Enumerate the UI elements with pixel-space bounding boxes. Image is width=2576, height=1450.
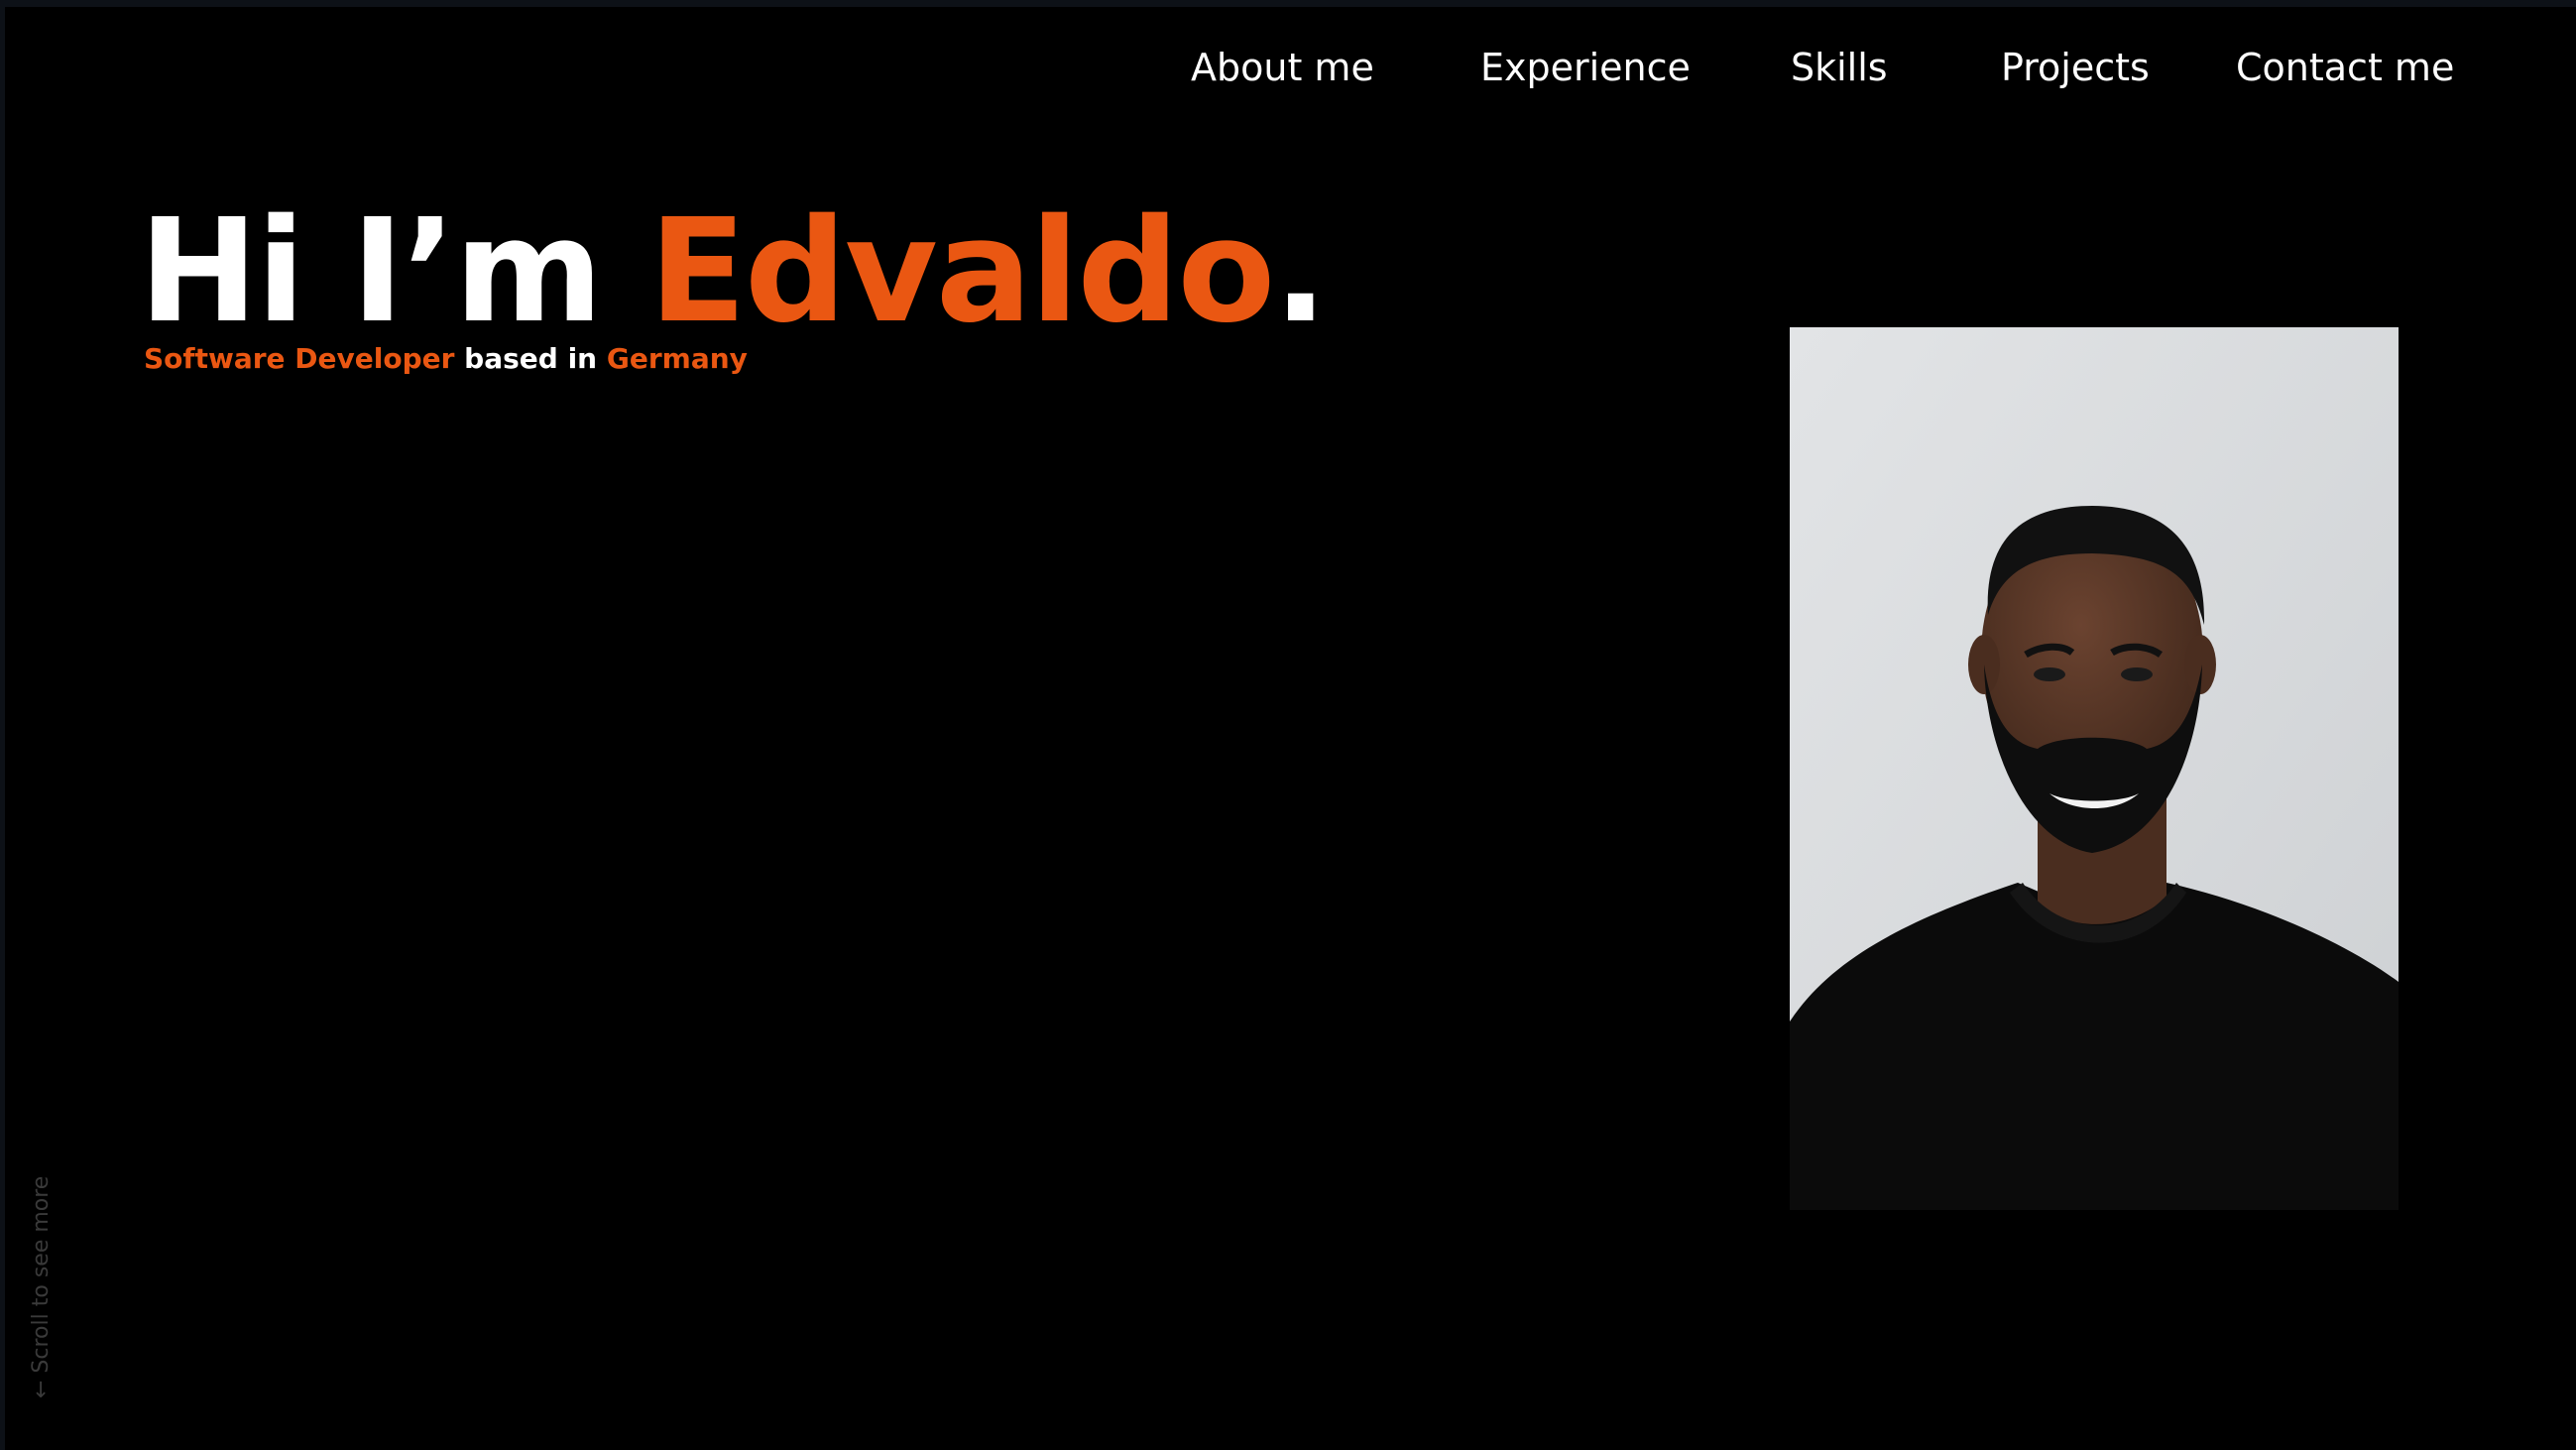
nav-link-experience[interactable]: Experience <box>1480 38 1691 97</box>
nav-link-contact-me[interactable]: Contact me <box>2236 38 2454 97</box>
scroll-hint[interactable]: ← Scroll to see more <box>22 1176 61 1398</box>
scroll-hint-label: Scroll to see more <box>29 1175 54 1374</box>
hero-role: Software Developer <box>144 342 455 375</box>
hero-heading: Hi I’m Edvaldo. <box>139 181 1328 360</box>
hero-location: Germany <box>606 342 748 375</box>
hero-based-in: based in <box>454 342 607 375</box>
hero-dot: . <box>1273 187 1328 354</box>
nav-link-about-me[interactable]: About me <box>1191 38 1374 97</box>
nav-link-skills[interactable]: Skills <box>1791 38 1888 97</box>
hero-greeting: Hi I’m <box>139 187 649 354</box>
window-left-border <box>0 0 5 1450</box>
profile-photo <box>1790 327 2399 1210</box>
nav-link-projects[interactable]: Projects <box>2001 38 2150 97</box>
hero-subtitle: Software Developer based in Germany <box>144 339 748 379</box>
arrow-left-icon: ← <box>29 1380 54 1398</box>
window-top-border <box>0 0 2576 7</box>
hero-name: Edvaldo <box>648 187 1275 354</box>
main-navigation: About me Experience Skills Projects Cont… <box>0 38 2576 97</box>
